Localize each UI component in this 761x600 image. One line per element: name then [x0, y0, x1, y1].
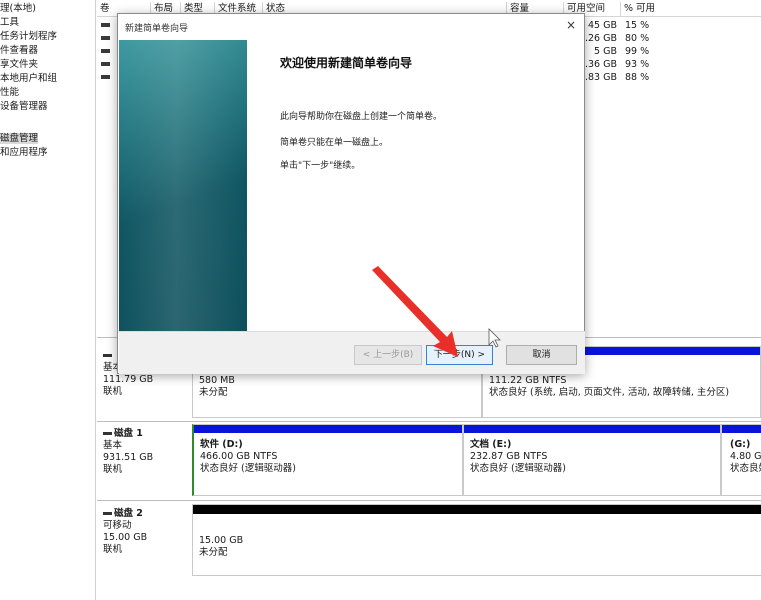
nav-item-system-tools[interactable]: 工具: [0, 16, 19, 30]
nav-item-shared-folders[interactable]: 享文件夹: [0, 58, 38, 72]
next-button[interactable]: 下一步(N) >: [426, 345, 493, 365]
wizard-description-3: 单击"下一步"继续。: [280, 161, 361, 171]
partition-status: 状态良好 (逻辑驱动器): [470, 463, 566, 474]
disk-icon: [103, 432, 112, 435]
wizard-heading: 欢迎使用新建简单卷向导: [280, 56, 413, 70]
disk-volume-icon: [101, 75, 110, 79]
partition-name: 文档 (E:): [470, 439, 512, 450]
disk0-status: 联机: [103, 386, 123, 397]
disk-volume-icon: [101, 49, 110, 53]
nav-item-local-users[interactable]: 本地用户和组: [0, 72, 57, 86]
wizard-title: 新建简单卷向导: [125, 24, 189, 34]
nav-item-device-manager[interactable]: 设备管理器: [0, 100, 48, 114]
disk1-partition-d[interactable]: 软件 (D:) 466.00 GB NTFS 状态良好 (逻辑驱动器): [192, 424, 463, 496]
wizard-description-1: 此向导帮助你在磁盘上创建一个简单卷。: [280, 112, 443, 122]
disk-volume-icon: [101, 62, 110, 66]
disk2-size: 15.00 GB: [103, 532, 148, 543]
partition-size: 466.00 GB NTFS: [200, 451, 278, 462]
back-button[interactable]: < 上一步(B): [354, 345, 422, 365]
partition-status: 未分配: [199, 547, 228, 558]
disk1-status: 联机: [103, 464, 123, 475]
nav-item-disk-management[interactable]: 磁盘管理: [0, 132, 39, 146]
partition-status: 状态良好 (系统, 启动, 页面文件, 活动, 故障转储, 主分区): [489, 387, 730, 398]
volume-percent-free: 99 %: [625, 46, 650, 57]
disk1-label[interactable]: 磁盘 1 基本 931.51 GB 联机: [103, 428, 153, 476]
disk2-type: 可移动: [103, 520, 132, 531]
partition-size: 4.80 GE: [730, 451, 761, 462]
close-icon[interactable]: ×: [566, 18, 576, 32]
console-tree: 理(本地) 工具 任务计划程序 件查看器 享文件夹 本地用户和组 性能 设备管理…: [0, 0, 96, 600]
partition-size: 232.87 GB NTFS: [470, 451, 548, 462]
partition-name: (G:): [730, 439, 751, 450]
nav-item-task-scheduler[interactable]: 任务计划程序: [0, 30, 57, 44]
nav-item-computer-management[interactable]: 理(本地): [0, 2, 36, 16]
disk2-label[interactable]: 磁盘 2 可移动 15.00 GB 联机: [103, 508, 147, 556]
volume-percent-free: 15 %: [625, 20, 650, 31]
volume-percent-free: 93 %: [625, 59, 650, 70]
disk2-partition-unallocated[interactable]: 15.00 GB 未分配: [192, 504, 761, 576]
partition-size: 15.00 GB: [199, 535, 244, 546]
disk-map: 基本 111.79 GB 联机 580 MB 未分配 111.22 GB NTF…: [97, 338, 761, 600]
disk-volume-icon: [101, 36, 110, 40]
wizard-description-2: 简单卷只能在单一磁盘上。: [280, 138, 389, 148]
disk1-size: 931.51 GB: [103, 452, 154, 463]
new-simple-volume-wizard: 新建简单卷向导 × 欢迎使用新建简单卷向导 此向导帮助你在磁盘上创建一个简单卷。…: [117, 13, 585, 374]
disk2-status: 联机: [103, 544, 123, 555]
disk-volume-icon: [101, 23, 110, 27]
disk-icon: [103, 512, 112, 515]
volume-percent-free: 80 %: [625, 33, 650, 44]
partition-size: 580 MB: [199, 375, 235, 386]
nav-item-performance[interactable]: 性能: [0, 86, 19, 100]
disk1-partition-g[interactable]: (G:) 4.80 GE 状态良好: [721, 424, 761, 496]
disk1-type: 基本: [103, 440, 123, 451]
partition-status: 未分配: [199, 387, 228, 398]
nav-item-event-viewer[interactable]: 件查看器: [0, 44, 38, 58]
partition-name: 软件 (D:): [200, 439, 243, 450]
partition-size: 111.22 GB NTFS: [489, 375, 567, 386]
nav-item-services-apps[interactable]: 和应用程序: [0, 146, 48, 160]
partition-status: 状态良好 (逻辑驱动器): [200, 463, 296, 474]
cancel-button[interactable]: 取消: [506, 345, 577, 365]
partition-status: 状态良好: [730, 463, 761, 474]
volume-percent-free: 88 %: [625, 72, 650, 83]
disk0-size: 111.79 GB: [103, 374, 154, 385]
col-percent-free[interactable]: % 可用: [621, 2, 761, 17]
disk1-partition-e[interactable]: 文档 (E:) 232.87 GB NTFS 状态良好 (逻辑驱动器): [463, 424, 721, 496]
wizard-banner: [119, 40, 247, 331]
disk-icon: [103, 354, 112, 357]
